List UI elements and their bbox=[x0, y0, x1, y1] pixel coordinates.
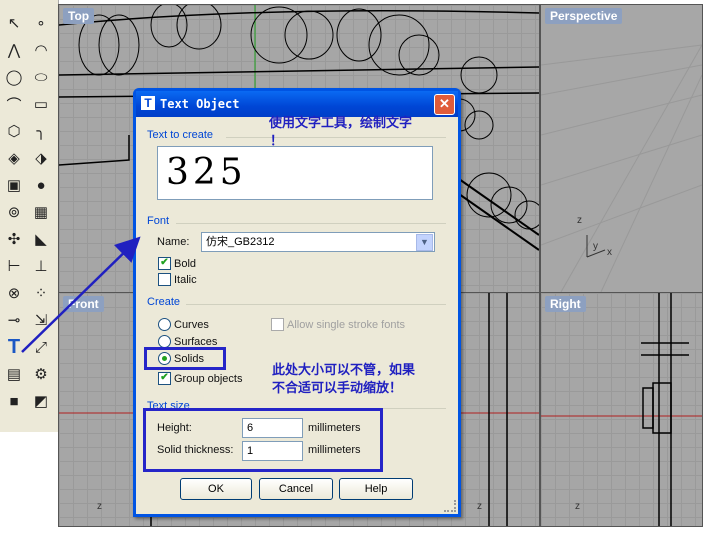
annotation-arrow bbox=[21, 236, 141, 353]
